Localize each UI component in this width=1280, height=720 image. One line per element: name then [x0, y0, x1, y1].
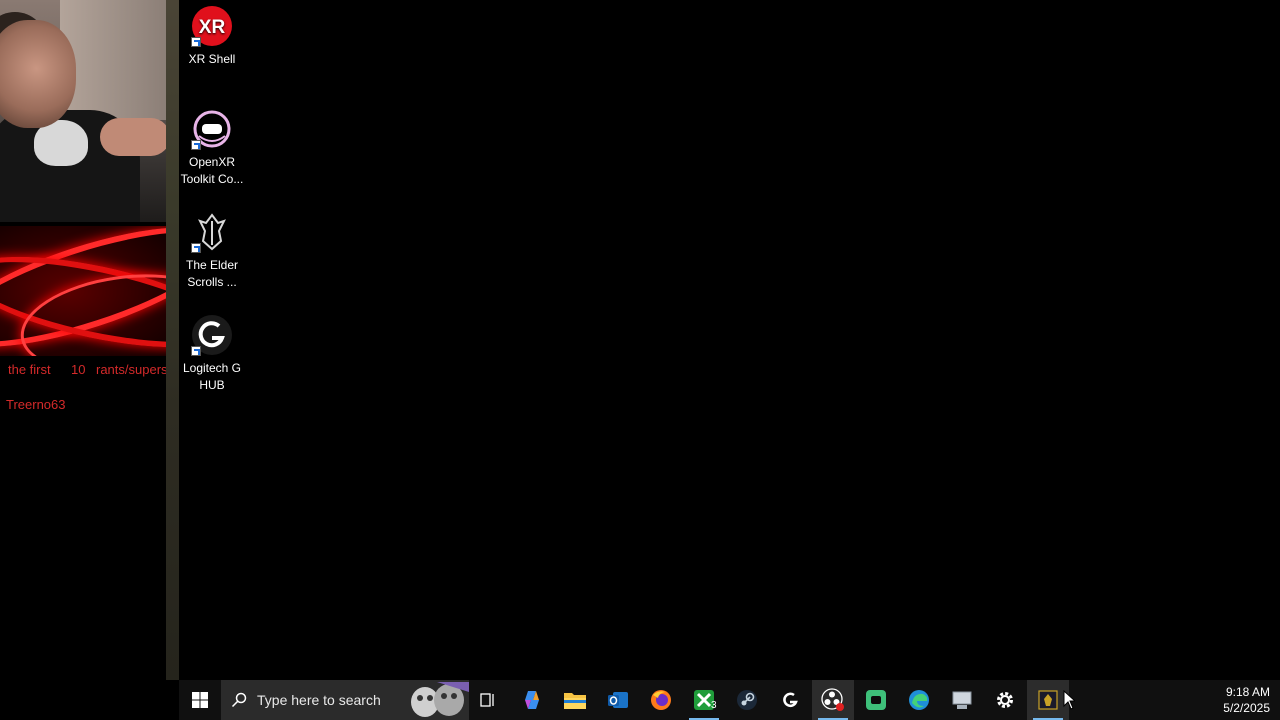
desktop-icon-label: HUB: [199, 378, 225, 392]
rants-first-label: the first: [8, 362, 51, 377]
search-icon: [231, 692, 247, 708]
desktop-icon-elder-scrolls[interactable]: The Elder Scrolls ...: [175, 211, 249, 291]
system-clock[interactable]: 9:18 AM 5/2/2025: [1223, 684, 1270, 716]
desktop-icon-label: Scrolls ...: [187, 275, 237, 289]
task-view-button[interactable]: [467, 680, 509, 720]
network-drive-button[interactable]: [941, 680, 983, 720]
settings-button[interactable]: [984, 680, 1026, 720]
xbox-button[interactable]: 3: [683, 680, 725, 720]
clock-date: 5/2/2025: [1223, 701, 1270, 715]
logitech-g-hub-taskbar-button[interactable]: [769, 680, 811, 720]
desktop-icon-logitech-g-hub[interactable]: Logitech G HUB: [175, 314, 249, 394]
shortcut-arrow-icon: [191, 243, 201, 253]
start-button[interactable]: [179, 680, 221, 720]
clock-time: 9:18 AM: [1225, 685, 1270, 699]
webcam-feed: [0, 0, 166, 222]
skyrim-vr-icon: [1038, 690, 1058, 710]
windows-logo-icon: [192, 692, 208, 708]
obs-icon: [821, 688, 844, 711]
desktop-icon-xr-shell[interactable]: XR XR Shell: [175, 5, 249, 68]
green-app-icon: [866, 690, 886, 710]
firefox-button[interactable]: [640, 680, 682, 720]
shortcut-arrow-icon: [191, 346, 201, 356]
search-box[interactable]: Type here to search: [221, 680, 469, 720]
rants-supers-label: rants/supers: [96, 362, 168, 377]
shortcut-arrow-icon: [191, 140, 201, 150]
svg-text:XR: XR: [199, 17, 226, 38]
edge-button[interactable]: [898, 680, 940, 720]
recent-follower-name: Treerno63: [6, 397, 66, 412]
mouse-cursor-icon: [1063, 690, 1075, 710]
task-view-icon: [480, 693, 494, 707]
xbox-badge: 3: [711, 700, 717, 711]
desktop-icon-label: XR Shell: [188, 52, 236, 66]
folder-icon: [564, 693, 586, 709]
green-app-button[interactable]: [855, 680, 897, 720]
rants-count: 10: [71, 362, 86, 377]
desktop-icon-label: The Elder: [185, 258, 239, 272]
desktop-icon-label: Logitech G: [182, 361, 242, 375]
shortcut-arrow-icon: [191, 37, 201, 47]
steam-icon: [737, 690, 757, 710]
taskbar: Type here to search 3 9:18 AM 5/2/2025: [179, 680, 1280, 720]
red-abstract-graphic: [0, 226, 170, 356]
search-highlight-owls-icon: [411, 682, 469, 717]
desktop-icon-label: OpenXR: [188, 155, 236, 169]
copilot-button[interactable]: [511, 680, 553, 720]
desktop-icon-openxr-toolkit[interactable]: OpenXR Toolkit Co...: [175, 108, 249, 188]
outlook-icon: [608, 692, 628, 708]
copilot-icon: [525, 691, 539, 709]
outlook-button[interactable]: [597, 680, 639, 720]
logitech-g-icon: [783, 692, 798, 708]
desktop-icon-label: Toolkit Co...: [180, 172, 244, 186]
obs-studio-button[interactable]: [812, 680, 854, 720]
stream-overlay: the first 10 rants/supers Treerno63: [0, 0, 172, 680]
computer-icon: [952, 691, 972, 709]
gear-icon: [997, 692, 1013, 708]
steam-button[interactable]: [726, 680, 768, 720]
file-explorer-button[interactable]: [554, 680, 596, 720]
search-placeholder: Type here to search: [257, 692, 381, 708]
edge-icon: [909, 690, 929, 710]
firefox-icon: [651, 690, 671, 710]
